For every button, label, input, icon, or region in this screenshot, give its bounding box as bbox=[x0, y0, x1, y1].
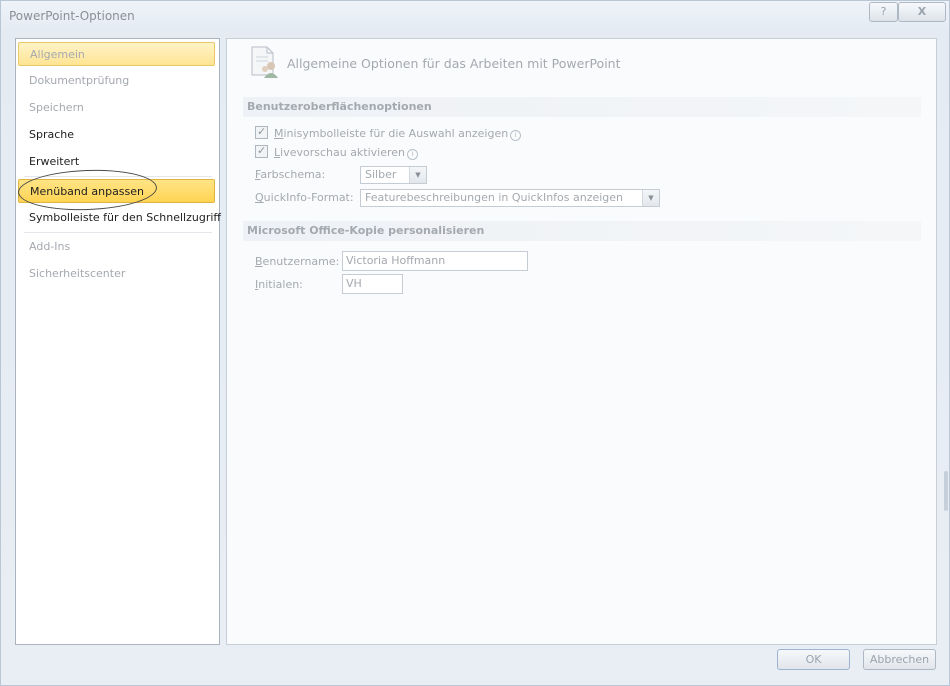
username-accesskey: B bbox=[255, 255, 263, 268]
help-button[interactable]: ? bbox=[869, 2, 898, 22]
mini-toolbar-label: inisymbolleiste für die Auswahl anzeigen bbox=[283, 127, 509, 140]
category-sidebar: Allgemein Dokumentprüfung Speichern Spra… bbox=[15, 38, 221, 645]
screentip-accesskey: Q bbox=[255, 191, 264, 204]
color-scheme-label-text: arbschema: bbox=[260, 168, 326, 181]
info-icon: i bbox=[510, 130, 522, 141]
live-preview-checkbox[interactable] bbox=[255, 143, 268, 159]
sidebar-item-add-ins[interactable]: Add-Ins bbox=[18, 235, 215, 259]
sidebar-item-speichern[interactable]: Speichern bbox=[18, 96, 215, 120]
sidebar-divider bbox=[24, 232, 212, 233]
cancel-button[interactable]: Abbrechen bbox=[863, 649, 936, 670]
sidebar-item-schnellzugriff[interactable]: Symbolleiste für den Schnellzugriff bbox=[18, 206, 221, 230]
username-input[interactable]: Victoria Hoffmann bbox=[342, 251, 528, 271]
chevron-down-icon[interactable]: ▼ bbox=[642, 190, 659, 206]
color-scheme-select[interactable]: Silber ▼ bbox=[360, 166, 427, 184]
sidebar-item-sicherheitscenter[interactable]: Sicherheitscenter bbox=[18, 262, 215, 286]
close-button[interactable]: X bbox=[898, 2, 946, 22]
chevron-down-icon[interactable]: ▼ bbox=[409, 167, 426, 183]
initials-input[interactable]: VH bbox=[342, 274, 403, 294]
mini-toolbar-accesskey: M bbox=[274, 127, 284, 140]
initials-label: Initialen: bbox=[255, 278, 303, 291]
options-header-icon bbox=[251, 46, 278, 78]
section-personalize: Microsoft Office-Kopie personalisieren bbox=[243, 221, 921, 241]
section-ui-options: Benutzeroberflächenoptionen bbox=[243, 97, 921, 117]
general-options-panel: Allgemeine Optionen für das Arbeiten mit… bbox=[226, 38, 937, 645]
mini-toolbar-checkbox[interactable] bbox=[255, 124, 268, 140]
username-label: Benutzername: bbox=[255, 255, 339, 268]
color-scheme-value: Silber bbox=[365, 168, 397, 181]
resize-grip[interactable] bbox=[944, 471, 948, 511]
live-preview-label: ivevorschau aktivieren bbox=[280, 146, 406, 159]
ok-button[interactable]: OK bbox=[777, 649, 850, 670]
color-scheme-label: Farbschema: bbox=[255, 168, 325, 181]
info-icon: i bbox=[407, 149, 419, 160]
sidebar-item-dokumentpruefung[interactable]: Dokumentprüfung bbox=[18, 69, 215, 93]
screentip-value: Featurebeschreibungen in QuickInfos anze… bbox=[365, 191, 624, 204]
panel-header-title: Allgemeine Optionen für das Arbeiten mit… bbox=[287, 56, 621, 71]
title-bar: PowerPoint-Optionen ? X bbox=[1, 1, 949, 31]
mini-toolbar-option[interactable]: Minisymbolleiste für die Auswahl anzeige… bbox=[255, 124, 522, 142]
live-preview-option[interactable]: Livevorschau aktiviereni bbox=[255, 143, 419, 161]
screentip-select[interactable]: Featurebeschreibungen in QuickInfos anze… bbox=[360, 189, 660, 207]
options-dialog: PowerPoint-Optionen ? X Allgemein Dokume… bbox=[0, 0, 950, 686]
screentip-label: QuickInfo-Format: bbox=[255, 191, 354, 204]
sidebar-item-sprache[interactable]: Sprache bbox=[18, 123, 215, 147]
username-label-text: enutzername: bbox=[262, 255, 340, 268]
window-title: PowerPoint-Optionen bbox=[9, 9, 135, 23]
sidebar-item-allgemein[interactable]: Allgemein bbox=[18, 42, 215, 66]
initials-label-text: nitialen: bbox=[258, 278, 303, 291]
screentip-label-text: uickInfo-Format: bbox=[263, 191, 354, 204]
